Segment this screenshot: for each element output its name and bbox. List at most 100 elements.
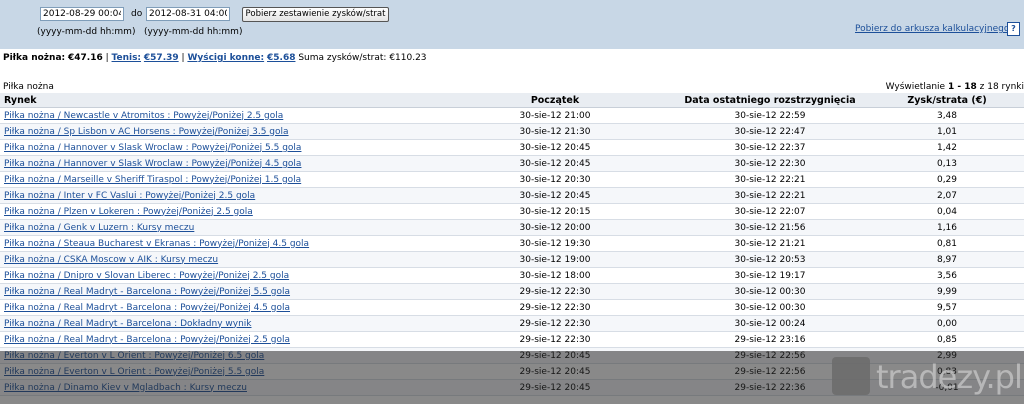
market-link[interactable]: Piłka nożna / Real Madryt - Barcelona : … xyxy=(4,335,290,345)
settled-cell: 30-sie-12 22:21 xyxy=(670,187,870,204)
market-cell[interactable]: Piłka nożna / Real Madryt - Barcelona : … xyxy=(0,331,440,348)
settled-cell: 30-sie-12 22:59 xyxy=(670,107,870,124)
start-cell: 29-sie-12 22:30 xyxy=(440,299,670,316)
start-cell: 30-sie-12 20:45 xyxy=(440,187,670,204)
market-cell[interactable]: Piłka nożna / Real Madryt - Barcelona : … xyxy=(0,315,440,332)
market-link[interactable]: Piłka nożna / Real Madryt - Barcelona : … xyxy=(4,303,290,313)
start-cell: 30-sie-12 18:00 xyxy=(440,267,670,284)
tennis-summary-label[interactable]: Tenis: xyxy=(112,53,142,63)
table-row: Piłka nożna / Real Madryt - Barcelona : … xyxy=(0,315,1024,332)
profit-loss-cell: 0,81 xyxy=(870,235,1024,252)
start-cell: 30-sie-12 19:30 xyxy=(440,235,670,252)
paging-prefix: Wyświetlanie xyxy=(885,82,946,92)
profit-loss-cell: 0,04 xyxy=(870,203,1024,220)
settled-cell: 30-sie-12 22:21 xyxy=(670,171,870,188)
settled-cell: 30-sie-12 21:21 xyxy=(670,235,870,252)
settled-cell: 30-sie-12 22:30 xyxy=(670,155,870,172)
market-cell[interactable]: Piłka nożna / Newcastle v Atromitos : Po… xyxy=(0,107,440,124)
start-cell: 30-sie-12 20:45 xyxy=(440,139,670,156)
market-link[interactable]: Piłka nożna / Steaua Bucharest v Ekranas… xyxy=(4,239,309,249)
profit-loss-cell: 0,29 xyxy=(870,171,1024,188)
market-cell[interactable]: Piłka nożna / Everton v L Orient : Powyż… xyxy=(0,347,440,364)
market-link[interactable]: Piłka nożna / Hannover v Slask Wroclaw :… xyxy=(4,159,301,169)
start-cell: 30-sie-12 21:30 xyxy=(440,123,670,140)
market-cell[interactable]: Piłka nożna / Marseille v Sheriff Tirasp… xyxy=(0,171,440,188)
market-cell[interactable]: Piłka nożna / Dnipro v Slovan Liberec : … xyxy=(0,267,440,284)
settled-cell: 30-sie-12 20:53 xyxy=(670,251,870,268)
market-link[interactable]: Piłka nożna / Newcastle v Atromitos : Po… xyxy=(4,111,283,121)
market-cell[interactable]: Piłka nożna / Plzen v Lokeren : Powyżej/… xyxy=(0,203,440,220)
market-link[interactable]: Piłka nożna / Dinamo Kiev v Mgladbach : … xyxy=(4,383,247,393)
start-cell: 29-sie-12 20:45 xyxy=(440,347,670,364)
watermark-text: tradezy.pl xyxy=(876,358,1023,396)
to-format-hint: (yyyy-mm-dd hh:mm) xyxy=(144,27,243,37)
from-date-input[interactable] xyxy=(40,7,124,21)
section-title: Piłka nożna xyxy=(3,82,54,92)
market-link[interactable]: Piłka nożna / Hannover v Slask Wroclaw :… xyxy=(4,143,301,153)
table-row: Piłka nożna / CSKA Moscow v AIK : Kursy … xyxy=(0,251,1024,268)
market-cell[interactable]: Piłka nożna / CSKA Moscow v AIK : Kursy … xyxy=(0,251,440,268)
header-market[interactable]: Rynek xyxy=(0,93,440,108)
horse-summary-value[interactable]: €5.68 xyxy=(267,53,295,63)
profit-loss-cell: 1,42 xyxy=(870,139,1024,156)
settled-cell: 30-sie-12 22:07 xyxy=(670,203,870,220)
profit-loss-cell: 3,48 xyxy=(870,107,1024,124)
table-row: Piłka nożna / Newcastle v Atromitos : Po… xyxy=(0,107,1024,124)
summary-separator: | xyxy=(181,53,185,63)
market-link[interactable]: Piłka nożna / Sp Lisbon v AC Horsens : P… xyxy=(4,127,289,137)
profit-loss-cell: 9,57 xyxy=(870,299,1024,316)
market-link[interactable]: Piłka nożna / CSKA Moscow v AIK : Kursy … xyxy=(4,255,218,265)
start-cell: 29-sie-12 22:30 xyxy=(440,315,670,332)
market-cell[interactable]: Piłka nożna / Inter v FC Vaslui : Powyże… xyxy=(0,187,440,204)
start-cell: 30-sie-12 20:15 xyxy=(440,203,670,220)
market-link[interactable]: Piłka nożna / Real Madryt - Barcelona : … xyxy=(4,319,252,329)
start-cell: 29-sie-12 20:45 xyxy=(440,379,670,396)
paging-suffix: z 18 rynki xyxy=(979,82,1024,92)
paging-range: 1 - 18 xyxy=(947,82,977,92)
market-cell[interactable]: Piłka nożna / Hannover v Slask Wroclaw :… xyxy=(0,155,440,172)
market-link[interactable]: Piłka nożna / Everton v L Orient : Powyż… xyxy=(4,351,264,361)
total-summary-label: Suma zysków/strat: xyxy=(298,53,387,63)
profit-loss-cell: 8,97 xyxy=(870,251,1024,268)
market-link[interactable]: Piłka nożna / Genk v Luzern : Kursy mecz… xyxy=(4,223,194,233)
start-cell: 30-sie-12 20:45 xyxy=(440,155,670,172)
to-date-input[interactable] xyxy=(146,7,230,21)
tennis-summary-value[interactable]: €57.39 xyxy=(144,53,179,63)
table-row: Piłka nożna / Real Madryt - Barcelona : … xyxy=(0,331,1024,348)
header-profit-loss[interactable]: Zysk/strata (€) xyxy=(870,93,1024,108)
horse-summary-label[interactable]: Wyścigi konne: xyxy=(187,53,264,63)
table-row: Piłka nożna / Steaua Bucharest v Ekranas… xyxy=(0,235,1024,252)
market-link[interactable]: Piłka nożna / Dnipro v Slovan Liberec : … xyxy=(4,271,289,281)
fetch-report-button[interactable]: Pobierz zestawienie zysków/strat xyxy=(242,7,389,22)
profit-loss-cell: 9,99 xyxy=(870,283,1024,300)
settled-cell: 30-sie-12 00:30 xyxy=(670,283,870,300)
market-link[interactable]: Piłka nożna / Inter v FC Vaslui : Powyże… xyxy=(4,191,255,201)
market-cell[interactable]: Piłka nożna / Everton v L Orient : Powyż… xyxy=(0,363,440,380)
market-link[interactable]: Piłka nożna / Real Madryt - Barcelona : … xyxy=(4,287,290,297)
settled-cell: 30-sie-12 00:24 xyxy=(670,315,870,332)
profit-loss-cell: 0,85 xyxy=(870,331,1024,348)
start-cell: 29-sie-12 22:30 xyxy=(440,331,670,348)
help-icon[interactable]: ? xyxy=(1007,22,1020,36)
table-header-row: Rynek Początek Data ostatniego rozstrzyg… xyxy=(0,93,1024,108)
export-spreadsheet-link[interactable]: Pobierz do arkusza kalkulacyjnego xyxy=(855,24,1009,34)
market-cell[interactable]: Piłka nożna / Genk v Luzern : Kursy mecz… xyxy=(0,219,440,236)
header-start[interactable]: Początek xyxy=(440,93,670,108)
market-cell[interactable]: Piłka nożna / Real Madryt - Barcelona : … xyxy=(0,283,440,300)
header-settled[interactable]: Data ostatniego rozstrzygnięcia xyxy=(670,93,870,108)
market-cell[interactable]: Piłka nożna / Hannover v Slask Wroclaw :… xyxy=(0,139,440,156)
football-summary-label: Piłka nożna: xyxy=(3,53,66,63)
market-cell[interactable]: Piłka nożna / Real Madryt - Barcelona : … xyxy=(0,299,440,316)
market-cell[interactable]: Piłka nożna / Dinamo Kiev v Mgladbach : … xyxy=(0,379,440,396)
between-label: do xyxy=(131,9,143,19)
start-cell: 30-sie-12 20:30 xyxy=(440,171,670,188)
table-row: Piłka nożna / Real Madryt - Barcelona : … xyxy=(0,299,1024,316)
market-link[interactable]: Piłka nożna / Marseille v Sheriff Tirasp… xyxy=(4,175,301,185)
total-summary-value: €110.23 xyxy=(389,53,427,63)
market-cell[interactable]: Piłka nożna / Steaua Bucharest v Ekranas… xyxy=(0,235,440,252)
market-cell[interactable]: Piłka nożna / Sp Lisbon v AC Horsens : P… xyxy=(0,123,440,140)
market-link[interactable]: Piłka nożna / Plzen v Lokeren : Powyżej/… xyxy=(4,207,253,217)
settled-cell: 29-sie-12 23:16 xyxy=(670,331,870,348)
settled-cell: 30-sie-12 00:30 xyxy=(670,299,870,316)
market-link[interactable]: Piłka nożna / Everton v L Orient : Powyż… xyxy=(4,367,264,377)
